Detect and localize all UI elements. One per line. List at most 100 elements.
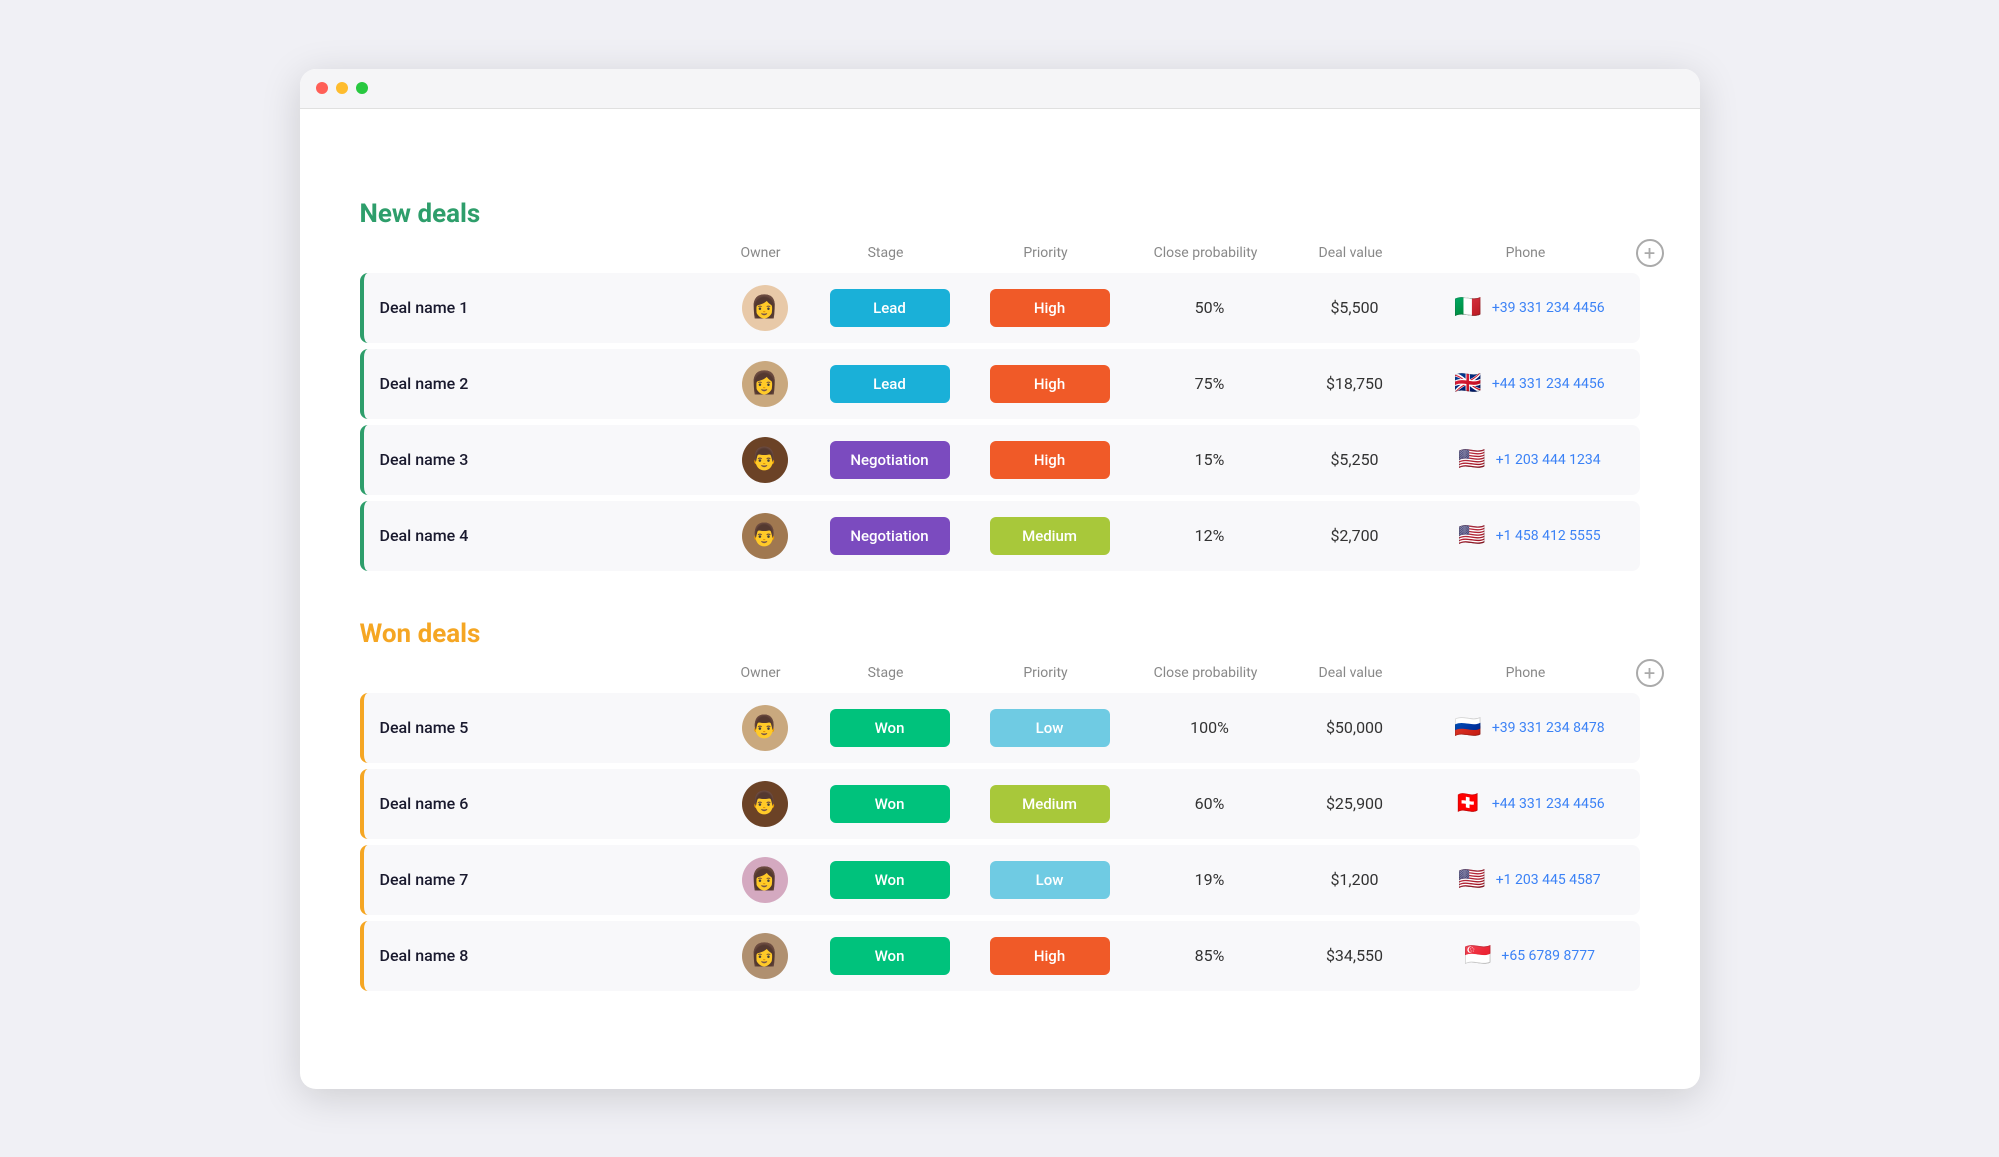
priority-badge[interactable]: Medium [990, 517, 1110, 555]
priority-cell[interactable]: High [970, 441, 1130, 479]
section-title-new-deals: New deals [360, 199, 481, 229]
table-header: OwnerStagePriorityClose probabilityDeal … [360, 659, 1640, 687]
stage-cell[interactable]: Lead [810, 289, 970, 327]
owner-cell: 👨 [720, 705, 810, 751]
stage-badge[interactable]: Won [830, 861, 950, 899]
header-cell-2: Stage [806, 245, 966, 261]
value-cell: $34,550 [1290, 946, 1420, 965]
probability-cell: 75% [1130, 374, 1290, 393]
owner-cell: 👩 [720, 285, 810, 331]
phone-cell: 🇺🇸 +1 458 412 5555 [1420, 523, 1640, 548]
country-flag-icon: 🇨🇭 [1454, 791, 1481, 816]
country-flag-icon: 🇺🇸 [1458, 447, 1485, 472]
phone-link[interactable]: +39 331 234 8478 [1492, 720, 1605, 736]
stage-badge[interactable]: Negotiation [830, 441, 950, 479]
deal-name: Deal name 6 [380, 794, 720, 813]
avatar: 👩 [742, 285, 788, 331]
phone-link[interactable]: +39 331 234 4456 [1492, 300, 1605, 316]
deal-name: Deal name 4 [380, 526, 720, 545]
phone-link[interactable]: +44 331 234 4456 [1492, 376, 1605, 392]
header-cell-3: Priority [966, 245, 1126, 261]
header-cell-4: Close probability [1126, 665, 1286, 681]
deal-name: Deal name 7 [380, 870, 720, 889]
priority-badge[interactable]: High [990, 937, 1110, 975]
phone-link[interactable]: +1 203 445 4587 [1496, 872, 1601, 888]
stage-cell[interactable]: Won [810, 937, 970, 975]
probability-cell: 19% [1130, 870, 1290, 889]
table-row: Deal name 5 👨 Won Low 100%$50,000🇷🇺+39 331 2… [360, 693, 1640, 763]
value-cell: $25,900 [1290, 794, 1420, 813]
probability-cell: 12% [1130, 526, 1290, 545]
country-flag-icon: 🇺🇸 [1458, 523, 1485, 548]
country-flag-icon: 🇬🇧 [1454, 371, 1481, 396]
deal-name: Deal name 1 [380, 298, 720, 317]
stage-badge[interactable]: Won [830, 785, 950, 823]
deal-name: Deal name 2 [380, 374, 720, 393]
priority-badge[interactable]: Medium [990, 785, 1110, 823]
stage-cell[interactable]: Negotiation [810, 517, 970, 555]
stage-badge[interactable]: Lead [830, 289, 950, 327]
add-deal-button[interactable]: + [1636, 239, 1664, 267]
stage-badge[interactable]: Won [830, 709, 950, 747]
priority-cell[interactable]: High [970, 365, 1130, 403]
probability-cell: 60% [1130, 794, 1290, 813]
header-cell-2: Stage [806, 665, 966, 681]
minimize-button[interactable] [336, 82, 348, 94]
phone-link[interactable]: +1 458 412 5555 [1496, 528, 1601, 544]
priority-badge[interactable]: Low [990, 709, 1110, 747]
titlebar [300, 69, 1700, 109]
avatar: 👨 [742, 437, 788, 483]
value-cell: $5,250 [1290, 450, 1420, 469]
phone-link[interactable]: +65 6789 8777 [1501, 948, 1595, 964]
value-cell: $2,700 [1290, 526, 1420, 545]
main-content: New dealsOwnerStagePriorityClose probabi… [300, 109, 1700, 1089]
header-cell-6: Phone [1416, 665, 1636, 681]
priority-cell[interactable]: Medium [970, 785, 1130, 823]
phone-cell: 🇷🇺+39 331 234 8478 [1420, 715, 1640, 740]
section-title-won-deals: Won deals [360, 619, 481, 649]
stage-cell[interactable]: Negotiation [810, 441, 970, 479]
deal-name: Deal name 3 [380, 450, 720, 469]
phone-link[interactable]: +44 331 234 4456 [1492, 796, 1605, 812]
traffic-lights [316, 82, 368, 94]
value-cell: $18,750 [1290, 374, 1420, 393]
probability-cell: 100% [1130, 718, 1290, 737]
close-button[interactable] [316, 82, 328, 94]
section-won-deals: Won deals OwnerStagePriorityClose probabi… [360, 619, 1640, 991]
country-flag-icon: 🇮🇹 [1454, 295, 1481, 320]
avatar: 👩 [742, 361, 788, 407]
stage-badge[interactable]: Lead [830, 365, 950, 403]
table-row: Deal name 4👨NegotiationMedium12%$2,700🇺🇸… [360, 501, 1640, 571]
priority-badge[interactable]: High [990, 441, 1110, 479]
header-cell-4: Close probability [1126, 245, 1286, 261]
priority-cell[interactable]: Low [970, 709, 1130, 747]
priority-badge[interactable]: High [990, 289, 1110, 327]
country-flag-icon: 🇺🇸 [1458, 867, 1485, 892]
priority-badge[interactable]: Low [990, 861, 1110, 899]
value-cell: $5,500 [1290, 298, 1420, 317]
phone-cell: 🇺🇸 +1 203 444 1234 [1420, 447, 1640, 472]
header-cell-1: Owner [716, 665, 806, 681]
stage-cell[interactable]: Won [810, 709, 970, 747]
add-deal-button[interactable]: + [1636, 659, 1664, 687]
value-cell: $50,000 [1290, 718, 1420, 737]
avatar: 👩 [742, 933, 788, 979]
stage-badge[interactable]: Won [830, 937, 950, 975]
priority-badge[interactable]: High [990, 365, 1110, 403]
owner-cell: 👨 [720, 513, 810, 559]
stage-badge[interactable]: Negotiation [830, 517, 950, 555]
fullscreen-button[interactable] [356, 82, 368, 94]
priority-cell[interactable]: High [970, 289, 1130, 327]
priority-cell[interactable]: Low [970, 861, 1130, 899]
table-header: OwnerStagePriorityClose probabilityDeal … [360, 239, 1640, 267]
stage-cell[interactable]: Won [810, 785, 970, 823]
priority-cell[interactable]: Medium [970, 517, 1130, 555]
stage-cell[interactable]: Won [810, 861, 970, 899]
phone-link[interactable]: +1 203 444 1234 [1496, 452, 1601, 468]
stage-cell[interactable]: Lead [810, 365, 970, 403]
avatar: 👨 [742, 705, 788, 751]
table-row: Deal name 7👩WonLow19%$1,200🇺🇸+1 203 445 … [360, 845, 1640, 915]
priority-cell[interactable]: High [970, 937, 1130, 975]
header-cell-3: Priority [966, 665, 1126, 681]
deal-name: Deal name 5 [380, 718, 720, 737]
